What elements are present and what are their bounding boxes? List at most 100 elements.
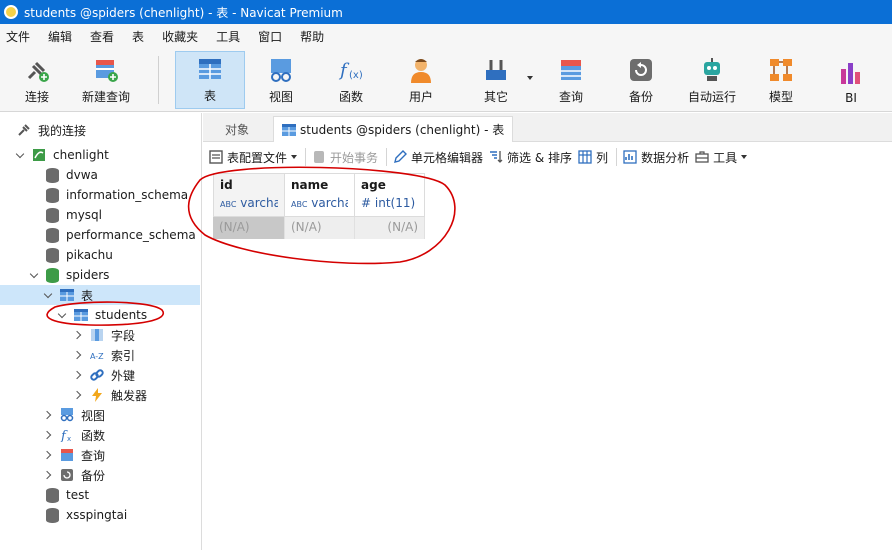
- tree-db-xsspingtai[interactable]: xsspingtai: [0, 505, 200, 525]
- tree-label: 外键: [111, 368, 136, 383]
- expand-arrow-icon[interactable]: [74, 350, 84, 360]
- column-header[interactable]: age # int(11): [355, 173, 425, 217]
- collapse-arrow-icon[interactable]: [16, 150, 26, 160]
- tree-db-spiders[interactable]: spiders: [0, 265, 200, 285]
- svg-text:(x): (x): [349, 70, 363, 81]
- tab-label: students @spiders (chenlight) - 表: [300, 123, 505, 137]
- menu-view[interactable]: 查看: [84, 28, 126, 45]
- columns-button[interactable]: 列: [578, 149, 608, 166]
- view-label: 视图: [268, 90, 293, 104]
- toolbox-icon: [695, 151, 709, 163]
- tree-db-performance-schema[interactable]: performance_schema: [0, 225, 200, 245]
- automation-button[interactable]: 自动运行: [684, 51, 740, 109]
- tree-label: chenlight: [53, 148, 109, 162]
- database-icon: [46, 187, 59, 203]
- table-icon: [74, 309, 88, 321]
- query-button[interactable]: 查询: [548, 51, 594, 109]
- tree-foreign-keys[interactable]: 外键: [0, 365, 200, 385]
- window-title: students @spiders (chenlight) - 表 - Navi…: [24, 5, 343, 20]
- tree-db-dvwa[interactable]: dvwa: [0, 165, 200, 185]
- new-query-button[interactable]: 新建查询: [78, 51, 134, 109]
- tree-indexes[interactable]: A-Z 索引: [0, 345, 200, 365]
- menu-help[interactable]: 帮助: [294, 28, 336, 45]
- tools-button[interactable]: 工具: [695, 149, 748, 166]
- transaction-icon: [314, 151, 325, 163]
- grid-column-id[interactable]: id ABC varchar (N/A): [213, 173, 285, 241]
- tab-objects[interactable]: 对象: [217, 116, 257, 142]
- database-icon: [46, 207, 59, 223]
- tree-triggers[interactable]: 触发器: [0, 385, 200, 405]
- model-icon: [770, 59, 792, 81]
- expand-arrow-icon[interactable]: [44, 430, 54, 440]
- collapse-arrow-icon[interactable]: [58, 310, 68, 320]
- link-icon: [90, 369, 104, 381]
- menu-table[interactable]: 表: [126, 28, 156, 45]
- grid-cell[interactable]: (N/A): [285, 217, 355, 239]
- tree-table-students[interactable]: students: [0, 305, 200, 325]
- model-label: 模型: [768, 90, 793, 104]
- tree-db-mysql[interactable]: mysql: [0, 205, 200, 225]
- menu-tools[interactable]: 工具: [210, 28, 252, 45]
- tree-backups[interactable]: 备份: [0, 465, 200, 485]
- column-header[interactable]: id ABC varchar: [213, 173, 285, 217]
- tab-students-table[interactable]: students @spiders (chenlight) - 表: [273, 116, 514, 142]
- tree-connection-chenlight[interactable]: chenlight: [0, 145, 200, 165]
- svg-text:A-Z: A-Z: [90, 352, 104, 361]
- menu-favorites[interactable]: 收藏夹: [156, 28, 210, 45]
- other-button[interactable]: 其它: [470, 51, 522, 109]
- tree-db-information-schema[interactable]: information_schema: [0, 185, 200, 205]
- data-analysis-button[interactable]: 数据分析: [623, 149, 689, 166]
- tree-db-pikachu[interactable]: pikachu: [0, 245, 200, 265]
- grid-column-name[interactable]: name ABC varchar (N/A): [285, 173, 355, 241]
- filter-sort-button[interactable]: 筛选 & 排序: [489, 149, 572, 166]
- backup-icon: [61, 469, 73, 481]
- collapse-arrow-icon[interactable]: [44, 290, 54, 300]
- backup-button[interactable]: 备份: [618, 51, 664, 109]
- grid-cell[interactable]: (N/A): [355, 217, 425, 239]
- view-button[interactable]: 视图: [258, 51, 304, 109]
- connect-button[interactable]: 连接: [14, 51, 60, 109]
- column-type: varchar: [311, 196, 348, 210]
- tree-label: 视图: [81, 408, 106, 423]
- expand-arrow-icon[interactable]: [44, 470, 54, 480]
- data-analysis-label: 数据分析: [641, 150, 690, 165]
- function-button[interactable]: f (x) 函数: [328, 51, 374, 109]
- expand-arrow-icon[interactable]: [44, 450, 54, 460]
- tree-queries[interactable]: 查询: [0, 445, 200, 465]
- new-query-icon: [96, 60, 118, 82]
- menu-edit[interactable]: 编辑: [42, 28, 84, 45]
- other-dropdown-icon[interactable]: [527, 76, 533, 80]
- grid-column-age[interactable]: age # int(11) (N/A): [355, 173, 425, 241]
- tree-views[interactable]: 视图: [0, 405, 200, 425]
- table-config-button[interactable]: 表配置文件: [209, 149, 298, 166]
- user-button[interactable]: 用户: [398, 51, 444, 109]
- automation-label: 自动运行: [687, 90, 736, 104]
- model-button[interactable]: 模型: [758, 51, 804, 109]
- svg-text:x: x: [67, 435, 71, 442]
- columns-icon: [578, 150, 592, 164]
- tree-my-connections[interactable]: 我的连接: [0, 120, 200, 140]
- collapse-arrow-icon[interactable]: [30, 270, 40, 280]
- tree-label: 查询: [81, 448, 106, 463]
- tree-fields[interactable]: 字段: [0, 325, 200, 345]
- expand-arrow-icon[interactable]: [74, 390, 84, 400]
- tree-functions[interactable]: fx 函数: [0, 425, 200, 445]
- expand-arrow-icon[interactable]: [44, 410, 54, 420]
- begin-transaction-button[interactable]: 开始事务: [312, 149, 378, 166]
- menu-window[interactable]: 窗口: [252, 28, 294, 45]
- table-button[interactable]: 表: [175, 51, 245, 109]
- type-text-icon: ABC: [220, 200, 237, 209]
- column-type: int(11): [374, 196, 416, 210]
- type-text-icon: ABC: [291, 200, 308, 209]
- column-header[interactable]: name ABC varchar: [285, 173, 355, 217]
- menu-file[interactable]: 文件: [0, 28, 42, 45]
- tree-db-test[interactable]: test: [0, 485, 200, 505]
- tree-label: students: [95, 308, 148, 322]
- expand-arrow-icon[interactable]: [74, 330, 84, 340]
- cell-editor-button[interactable]: 单元格编辑器: [393, 149, 483, 166]
- bi-button[interactable]: BI: [828, 51, 874, 109]
- grid-cell[interactable]: (N/A): [213, 217, 285, 239]
- expand-arrow-icon[interactable]: [74, 370, 84, 380]
- view-icon: [271, 59, 291, 82]
- tree-tables-node[interactable]: 表: [0, 285, 200, 305]
